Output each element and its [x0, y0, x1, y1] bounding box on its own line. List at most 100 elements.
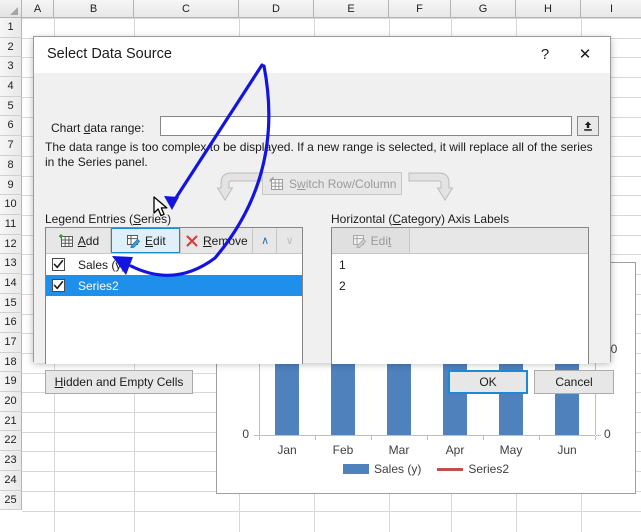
row-header-3[interactable]: 3 — [0, 57, 22, 78]
column-header-d[interactable]: D — [239, 0, 314, 18]
hidden-and-empty-cells-label: Hidden and Empty Cells — [54, 375, 184, 389]
help-icon[interactable]: ? — [526, 37, 564, 71]
row-header-4[interactable]: 4 — [0, 77, 22, 97]
series-name-label: Sales (y) — [78, 257, 126, 272]
x-tick — [315, 436, 316, 440]
edit-button[interactable]: Edit — [110, 228, 180, 253]
series2-list-item[interactable]: Series2 — [46, 275, 302, 296]
edit-series-icon — [127, 235, 141, 248]
row-header-5[interactable]: 5 — [0, 96, 22, 117]
row-header-14[interactable]: 14 — [0, 273, 22, 294]
ok-button[interactable]: OK — [448, 370, 528, 394]
row-header-10[interactable]: 10 — [0, 195, 22, 215]
row-header-24[interactable]: 24 — [0, 470, 22, 491]
axis-labels-list[interactable]: 12 — [332, 254, 588, 364]
legend-entries-toolbar: Add Edit Remove ∧ ∨ — [46, 228, 302, 254]
column-header-a[interactable]: A — [22, 0, 54, 18]
row-header-8[interactable]: 8 — [0, 155, 22, 176]
select-data-source-dialog[interactable]: Select Data Source ? ✕ Chart data range:… — [33, 36, 614, 394]
grid-line-horizontal — [22, 510, 641, 512]
chart-legend-label: Series2 — [468, 462, 510, 476]
decorative-arrow-left-icon — [217, 172, 262, 201]
row-header-25[interactable]: 25 — [0, 490, 22, 511]
sales-y-list-item[interactable]: Sales (y) — [46, 254, 302, 275]
remove-button[interactable]: Remove — [179, 228, 253, 253]
row-header-15[interactable]: 15 — [0, 293, 22, 314]
column-header-c[interactable]: C — [134, 0, 239, 18]
row-header-12[interactable]: 12 — [0, 234, 22, 255]
x-axis-category-label: Jan — [277, 443, 297, 457]
column-header-h[interactable]: H — [516, 0, 581, 18]
row-header-20[interactable]: 20 — [0, 392, 22, 412]
dialog-title-bar: Select Data Source ? ✕ — [34, 37, 610, 74]
row-header-11[interactable]: 11 — [0, 214, 22, 235]
x-tick — [539, 436, 540, 440]
decorative-arrow-right-icon — [408, 172, 453, 201]
column-header-b[interactable]: B — [54, 0, 134, 18]
chart-data-range-input[interactable] — [160, 116, 572, 136]
switch-row-column-group: Switch Row/Column — [217, 170, 453, 202]
x-tick — [427, 436, 428, 440]
chart-legend-item[interactable]: Sales (y) — [342, 462, 421, 476]
row-headers: 1 2 3 4 5 6 7 8 9 10 11 12 13 14 15 16 17 18 19 20 21 22 23 24 2… — [0, 18, 22, 511]
row-header-21[interactable]: 21 — [0, 411, 22, 432]
legend-entries-list[interactable]: Sales (y) Series2 — [46, 254, 302, 364]
move-down-button[interactable]: ∨ — [277, 228, 302, 253]
axis-labels-pane[interactable]: Edit 12 — [331, 227, 589, 364]
x-tick — [371, 436, 372, 440]
move-up-button[interactable]: ∧ — [253, 228, 278, 253]
switch-row-column-label: Switch Row/Column — [289, 176, 397, 191]
row-header-9[interactable]: 9 — [0, 175, 22, 196]
series-checkbox[interactable] — [52, 279, 65, 292]
x-tick — [259, 436, 260, 440]
column-headers: ABCDEFGHI — [22, 0, 641, 18]
x-axis-category-label: Apr — [445, 443, 465, 457]
edit-axis-icon — [352, 235, 366, 248]
close-icon[interactable]: ✕ — [566, 37, 604, 71]
axis-label-list-item[interactable]: 1 — [332, 254, 588, 275]
row-header-7[interactable]: 7 — [0, 136, 22, 156]
column-header-e[interactable]: E — [314, 0, 389, 18]
row-header-6[interactable]: 6 — [0, 116, 22, 137]
row-header-13[interactable]: 13 — [0, 254, 22, 274]
y-axis-left-tick-label: 0 — [242, 427, 249, 441]
dialog-title: Select Data Source — [47, 46, 172, 62]
legend-entries-pane[interactable]: Add Edit Remove ∧ ∨ Sales (y) Series2 — [45, 227, 303, 364]
axis-edit-button[interactable]: Edit — [332, 228, 410, 253]
remove-button-label: Remove — [202, 233, 248, 248]
x-axis-category-label: Jun — [557, 443, 577, 457]
remove-x-icon — [186, 235, 198, 246]
add-button[interactable]: Add — [46, 228, 111, 253]
row-header-1[interactable]: 1 — [0, 18, 22, 38]
row-header-2[interactable]: 2 — [0, 37, 22, 58]
switch-row-column-icon — [269, 176, 283, 190]
row-header-23[interactable]: 23 — [0, 451, 22, 471]
switch-row-column-button[interactable]: Switch Row/Column — [262, 172, 402, 195]
axis-labels-header: Horizontal (Category) Axis Labels — [331, 212, 510, 226]
chart-legend[interactable]: Sales (y) Series2 — [217, 459, 635, 479]
select-all-corner[interactable] — [0, 0, 22, 18]
chart-legend-item[interactable]: Series2 — [437, 462, 509, 476]
select-all-triangle-icon — [10, 7, 18, 15]
column-header-g[interactable]: G — [451, 0, 516, 18]
hidden-and-empty-cells-button[interactable]: Hidden and Empty Cells — [45, 370, 193, 394]
add-series-icon — [58, 234, 73, 247]
series-checkbox[interactable] — [52, 258, 65, 271]
row-header-17[interactable]: 17 — [0, 333, 22, 353]
row-header-16[interactable]: 16 — [0, 313, 22, 333]
chevron-down-icon: ∨ — [285, 235, 294, 247]
y-axis-right-tick-label: 0 — [604, 427, 611, 441]
add-button-label: Add — [77, 233, 100, 248]
column-header-f[interactable]: F — [389, 0, 451, 18]
chevron-up-icon: ∧ — [261, 235, 270, 247]
legend-line-swatch — [437, 467, 464, 471]
row-header-22[interactable]: 22 — [0, 431, 22, 452]
column-header-i[interactable]: I — [581, 0, 641, 18]
row-header-18[interactable]: 18 — [0, 352, 22, 373]
row-header-19[interactable]: 19 — [0, 372, 22, 393]
collapse-dialog-icon[interactable] — [577, 116, 599, 136]
x-axis-category-label: Mar — [388, 443, 410, 457]
x-axis-category-label: May — [499, 443, 523, 457]
axis-label-list-item[interactable]: 2 — [332, 275, 588, 296]
cancel-button[interactable]: Cancel — [534, 370, 614, 394]
